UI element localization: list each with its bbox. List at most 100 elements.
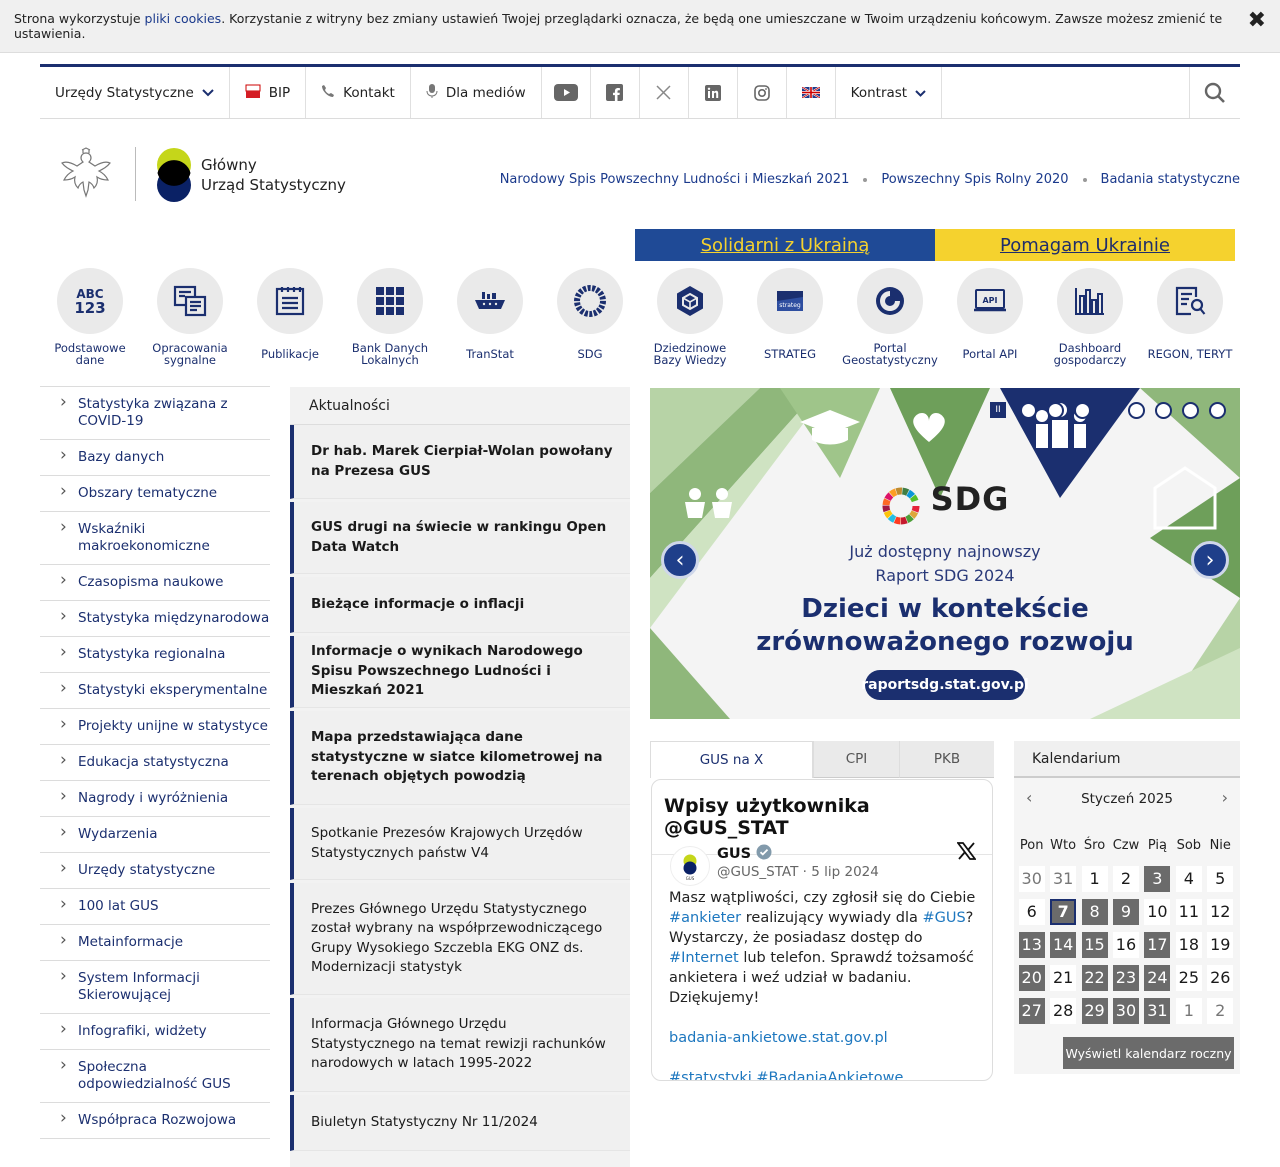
quick-link-bdl[interactable]: Bank Danych Lokalnych xyxy=(340,268,440,366)
quick-link-dbw[interactable]: Dziedzinowe Bazy Wiedzy xyxy=(640,268,740,366)
sidebar-item[interactable]: Urzędy statystyczne xyxy=(40,853,270,889)
census-link-badania[interactable]: Badania statystyczne xyxy=(1101,172,1240,187)
news-item[interactable]: Biuletyn Statystyczny Nr 11/2024 xyxy=(290,1095,630,1151)
x-post-link[interactable]: badania-ankietowe.stat.gov.pl xyxy=(669,1030,888,1046)
news-item[interactable]: Mapa przedstawiająca dane statystyczne w… xyxy=(290,711,630,805)
instagram-icon[interactable] xyxy=(738,67,787,118)
hashtag-link[interactable]: #ankieter xyxy=(669,910,741,926)
sidebar-item[interactable]: Wydarzenia xyxy=(40,817,270,853)
calendar-day[interactable]: 13 xyxy=(1018,931,1045,958)
hashtag-link[interactable]: #Internet xyxy=(669,950,739,966)
slider-dot[interactable] xyxy=(1020,402,1037,419)
sidebar-item[interactable]: Statystyka międzynarodowa xyxy=(40,601,270,637)
calendar-day[interactable]: 29 xyxy=(1081,997,1108,1024)
cookie-link[interactable]: pliki cookies xyxy=(145,11,222,26)
slider-dot[interactable] xyxy=(1074,402,1091,419)
calendar-day-today[interactable]: 7 xyxy=(1050,898,1077,925)
x-post-hashtags[interactable]: #statystyki #BadaniaAnkietowe xyxy=(669,1070,903,1080)
chevron-left-icon[interactable]: ‹ xyxy=(661,541,699,579)
sidebar-item[interactable]: 100 lat GUS xyxy=(40,889,270,925)
x-logo-icon[interactable] xyxy=(956,841,977,866)
news-item[interactable]: Informacja Głównego Urzędu Statystyczneg… xyxy=(290,998,630,1092)
calendar-day[interactable]: 17 xyxy=(1144,931,1171,958)
sidebar-item[interactable]: Statystyka regionalna xyxy=(40,637,270,673)
sidebar-item[interactable]: Społeczna odpowiedzialność GUS xyxy=(40,1050,270,1103)
calendar-day[interactable]: 9 xyxy=(1113,898,1139,925)
tab-pkb[interactable]: PKB xyxy=(899,741,994,778)
slider-dot[interactable] xyxy=(1047,402,1064,419)
calendar-day[interactable]: 20 xyxy=(1018,964,1045,991)
chevron-right-icon[interactable]: › xyxy=(1191,541,1229,579)
calendar-day[interactable]: 22 xyxy=(1081,964,1108,991)
quick-link-publikacje[interactable]: Publikacje xyxy=(240,268,340,366)
tab-cpi[interactable]: CPI xyxy=(813,741,899,778)
news-item[interactable]: Informacje o wynikach Narodowego Spisu P… xyxy=(290,636,630,708)
census-link-nsp[interactable]: Narodowy Spis Powszechny Ludności i Mies… xyxy=(500,172,850,187)
calendar-day[interactable]: 15 xyxy=(1081,931,1108,958)
youtube-icon[interactable] xyxy=(542,67,591,118)
calendar-day[interactable]: 24 xyxy=(1144,964,1171,991)
news-item[interactable]: Bieżące informacje o inflacji xyxy=(290,577,630,633)
contact-link[interactable]: Kontakt xyxy=(306,67,411,118)
calendar-day[interactable]: 8 xyxy=(1081,898,1108,925)
bip-link[interactable]: BIP xyxy=(230,67,307,118)
sidebar-item[interactable]: Nagrody i wyróżnienia xyxy=(40,781,270,817)
slider-dot[interactable] xyxy=(1209,402,1226,419)
yearly-calendar-button[interactable]: Wyświetl kalendarz roczny xyxy=(1063,1037,1234,1069)
calendar-day[interactable]: 14 xyxy=(1050,931,1077,958)
quick-link-dashboard[interactable]: Dashboard gospodarczy xyxy=(1040,268,1140,366)
x-twitter-icon[interactable] xyxy=(640,67,689,118)
slider-url-button[interactable]: raportsdg.stat.gov.pl xyxy=(861,670,1029,700)
calendar-day[interactable]: 23 xyxy=(1113,964,1139,991)
offices-dropdown[interactable]: Urzędy Statystyczne xyxy=(40,67,230,118)
sidebar-item[interactable]: System Informacji Skierowującej xyxy=(40,961,270,1014)
tab-gus-x[interactable]: GUS na X xyxy=(650,741,813,778)
calendar-day[interactable]: 27 xyxy=(1018,997,1045,1024)
sidebar-item[interactable]: Bazy danych xyxy=(40,440,270,476)
quick-link-geo[interactable]: Portal Geostatystyczny xyxy=(840,268,940,366)
news-item[interactable]: Spotkanie Prezesów Krajowych Urzędów Sta… xyxy=(290,808,630,880)
facebook-icon[interactable] xyxy=(591,67,640,118)
calendar-day[interactable]: 3 xyxy=(1144,865,1171,892)
solidarni-link[interactable]: Solidarni z Ukrainą xyxy=(635,229,935,261)
quick-link-sdg[interactable]: SDG xyxy=(540,268,640,366)
quick-link-api[interactable]: API Portal API xyxy=(940,268,1040,366)
news-item[interactable]: Prezes Głównego Urzędu Statystycznego zo… xyxy=(290,883,630,995)
linkedin-icon[interactable] xyxy=(689,67,738,118)
sidebar-item[interactable]: Infografiki, widżety xyxy=(40,1014,270,1050)
x-author-name[interactable]: GUS xyxy=(717,844,772,862)
news-item[interactable]: GUS drugi na świecie w rankingu Open Dat… xyxy=(290,502,630,574)
uk-flag-icon[interactable] xyxy=(787,67,836,118)
news-item[interactable]: Dr hab. Marek Cierpiał-Wolan powołany na… xyxy=(290,425,630,499)
pomagam-link[interactable]: Pomagam Ukrainie xyxy=(935,229,1235,261)
quick-link-transtat[interactable]: TranStat xyxy=(440,268,540,366)
gus-logo[interactable]: Główny Urząd Statystyczny xyxy=(60,145,346,205)
census-link-psr[interactable]: Powszechny Spis Rolny 2020 xyxy=(881,172,1068,187)
sidebar-item[interactable]: Obszary tematyczne xyxy=(40,476,270,512)
quick-link-regon[interactable]: REGON, TERYT xyxy=(1140,268,1240,366)
sidebar-item[interactable]: Czasopisma naukowe xyxy=(40,565,270,601)
calendar-day[interactable]: 30 xyxy=(1113,997,1139,1024)
slider-dot[interactable] xyxy=(1128,402,1145,419)
media-link[interactable]: Dla mediów xyxy=(411,67,542,118)
slider-dot[interactable] xyxy=(1182,402,1199,419)
search-icon[interactable] xyxy=(1189,67,1240,118)
sidebar-item[interactable]: Statystyki eksperymentalne xyxy=(40,673,270,709)
calendar-day[interactable]: 31 xyxy=(1144,997,1171,1024)
sidebar-item[interactable]: Metainformacje xyxy=(40,925,270,961)
avatar[interactable]: GUS xyxy=(670,846,710,886)
close-icon[interactable]: ✖ xyxy=(1248,10,1266,32)
chevron-right-icon[interactable]: › xyxy=(1222,788,1228,807)
quick-link-strateg[interactable]: strateg STRATEG xyxy=(740,268,840,366)
sidebar-item[interactable]: Wskaźniki makroekonomiczne xyxy=(40,512,270,565)
hashtag-link[interactable]: #GUS xyxy=(922,910,965,926)
slider-dot[interactable] xyxy=(1155,402,1172,419)
pause-icon[interactable]: II xyxy=(990,402,1006,418)
quick-link-opracowania[interactable]: Opracowania sygnalne xyxy=(140,268,240,366)
sidebar-item[interactable]: Statystyka związana z COVID-19 xyxy=(40,386,270,440)
contrast-dropdown[interactable]: Kontrast xyxy=(836,67,943,118)
quick-link-podstawowe[interactable]: ABC 123 Podstawowe dane xyxy=(40,268,140,366)
sidebar-item[interactable]: Edukacja statystyczna xyxy=(40,745,270,781)
sidebar-item[interactable]: Współpraca Rozwojowa xyxy=(40,1103,270,1139)
sidebar-item[interactable]: Projekty unijne w statystyce xyxy=(40,709,270,745)
